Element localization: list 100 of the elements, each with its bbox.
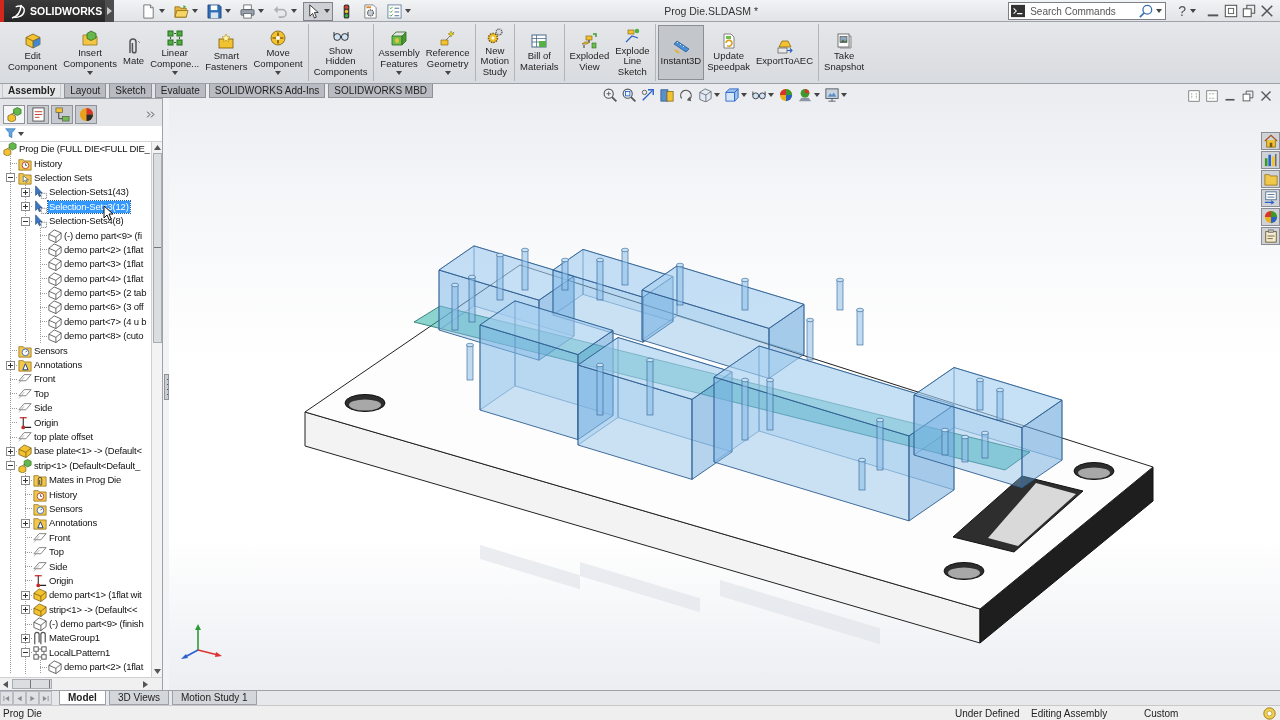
color-ball-icon[interactable] — [778, 88, 793, 102]
ribbon-button[interactable]: Insert Components — [60, 25, 120, 80]
checklist-icon[interactable] — [387, 3, 402, 19]
expand-icon[interactable] — [21, 590, 30, 600]
ribbon-button[interactable]: Explode Line Sketch — [612, 25, 653, 80]
section-view-icon[interactable] — [659, 88, 674, 102]
caret-icon[interactable] — [171, 71, 178, 75]
pointer-icon[interactable] — [306, 3, 321, 19]
ribbon-button[interactable]: Mate — [120, 25, 148, 80]
tree-item[interactable]: Prog Die (FULL DIE<FULL DIE_ — [18, 143, 151, 156]
expand-icon[interactable] — [21, 202, 30, 212]
caret-icon[interactable] — [1156, 9, 1163, 13]
tree-item[interactable]: History — [33, 157, 64, 170]
caret-icon[interactable] — [324, 9, 330, 13]
expand-icon[interactable] — [21, 518, 30, 528]
right-arrow-icon[interactable] — [143, 680, 148, 688]
tree-item[interactable]: base plate<1> -> (Default< — [33, 445, 143, 458]
ribbon-button[interactable]: Smart Fasteners — [202, 25, 251, 80]
caret-icon[interactable] — [444, 71, 451, 75]
caret-icon[interactable] — [396, 71, 403, 75]
task-pane-tab[interactable] — [1261, 208, 1280, 226]
expand-icon[interactable] — [21, 633, 30, 643]
tree-item[interactable]: Top — [48, 546, 65, 559]
tree-item[interactable]: Front — [33, 373, 57, 386]
double-chevron-icon[interactable] — [146, 110, 155, 119]
tree-item[interactable]: Side — [33, 402, 54, 415]
ribbon-button[interactable]: Bill of Materials — [517, 25, 562, 80]
tree-item[interactable]: Annotations — [48, 517, 98, 530]
ribbon-button[interactable]: Instant3D — [657, 25, 705, 80]
caret-icon[interactable] — [813, 93, 820, 97]
ribbon-button[interactable]: Show Hidden Components — [310, 25, 371, 80]
tab[interactable]: Sketch — [109, 84, 152, 98]
search-icon[interactable] — [1139, 4, 1154, 18]
down-arrow-icon[interactable] — [153, 669, 161, 674]
tab[interactable]: 3D Views — [108, 691, 169, 705]
tree-item[interactable]: Selection-Sets4(8) — [48, 215, 125, 228]
horizontal-scrollbar[interactable] — [0, 677, 162, 690]
vertical-scrollbar[interactable] — [151, 142, 162, 677]
tree-item[interactable]: Selection Sets — [33, 171, 93, 184]
tree-item[interactable]: MateGroup1 — [48, 632, 101, 645]
task-pane-tab[interactable] — [1261, 132, 1280, 150]
menu-flyout-button[interactable] — [105, 0, 114, 22]
tile-icon[interactable] — [1224, 4, 1238, 18]
tree-item[interactable]: Mates in Prog Die — [48, 474, 123, 487]
caret-icon[interactable] — [87, 71, 94, 75]
tree-item[interactable]: LocalLPattern1 — [48, 646, 112, 659]
disc-icon[interactable] — [1263, 706, 1276, 720]
ribbon-button[interactable]: ExportToAEC — [753, 25, 817, 80]
ribbon-button[interactable]: Exploded View — [566, 25, 613, 80]
tree-item[interactable]: Annotations — [33, 359, 83, 372]
scrollbar-thumb[interactable] — [12, 679, 52, 689]
expand-icon[interactable] — [6, 446, 15, 456]
caret-icon[interactable] — [159, 9, 165, 13]
tree-item[interactable]: demo part<7> (4 u b — [63, 315, 148, 328]
tree-item[interactable]: Sensors — [33, 344, 69, 357]
shaded-cube-icon[interactable] — [724, 88, 739, 102]
tree-item[interactable]: demo part<5> (2 tab — [63, 287, 148, 300]
tab[interactable]: Evaluate — [154, 84, 206, 98]
diagonal-arrow-icon[interactable] — [640, 88, 655, 102]
tree-item[interactable]: Sensors — [48, 502, 84, 515]
tree-item[interactable]: (-) demo part<9> (finish — [48, 618, 145, 631]
caret-icon[interactable] — [713, 93, 720, 97]
tree-item[interactable]: (-) demo part<9> (fi — [63, 229, 143, 242]
collapse-icon[interactable] — [21, 648, 30, 658]
tree-item[interactable]: demo part<2> (1flat — [63, 243, 145, 256]
close-icon[interactable] — [1260, 4, 1274, 18]
ribbon-button[interactable]: Reference Geometry — [422, 25, 473, 80]
help-button[interactable]: ? — [1170, 2, 1186, 20]
triangle-right-icon[interactable] — [107, 7, 112, 15]
ribbon-button[interactable]: Edit Component — [5, 25, 61, 80]
caret-icon[interactable] — [840, 93, 847, 97]
caret-icon[interactable] — [225, 9, 231, 13]
up-arrow-icon[interactable] — [153, 145, 161, 150]
task-pane-tab[interactable] — [1261, 151, 1280, 169]
tree-item[interactable]: demo part<1> (1flat wit — [48, 589, 143, 602]
tab[interactable]: Motion Study 1 — [171, 691, 257, 705]
restore-icon[interactable] — [1242, 90, 1254, 102]
tab[interactable]: Model — [59, 691, 106, 705]
ribbon-button[interactable]: New Motion Study — [477, 25, 513, 80]
rotate-arrow-icon[interactable] — [678, 88, 693, 102]
task-pane-tab[interactable] — [1261, 227, 1280, 245]
ribbon-button[interactable]: Update Speedpak — [704, 25, 754, 80]
ribbon-button[interactable]: Linear Compone... — [147, 25, 203, 80]
search-bar[interactable]: Search Commands — [1008, 2, 1167, 20]
caret-icon[interactable] — [192, 9, 198, 13]
split-vertical-icon[interactable] — [1206, 90, 1218, 102]
tree-item[interactable]: Origin — [48, 574, 75, 587]
expand-icon[interactable] — [6, 360, 15, 370]
tree-item[interactable]: Top — [33, 387, 50, 400]
caret-icon[interactable] — [18, 131, 24, 136]
tree-item[interactable]: Origin — [33, 416, 60, 429]
tree-item[interactable]: demo part<3> (1flat — [63, 258, 145, 271]
toolbar-button[interactable] — [204, 1, 234, 21]
restore-icon[interactable] — [1242, 4, 1256, 18]
ribbon-button[interactable]: Move Component — [250, 25, 306, 80]
caret-icon[interactable] — [405, 9, 411, 13]
collapse-icon[interactable] — [6, 461, 15, 471]
collapse-icon[interactable] — [21, 216, 30, 226]
caret-icon[interactable] — [1190, 9, 1196, 13]
tree-item[interactable]: top plate offset — [33, 431, 94, 443]
